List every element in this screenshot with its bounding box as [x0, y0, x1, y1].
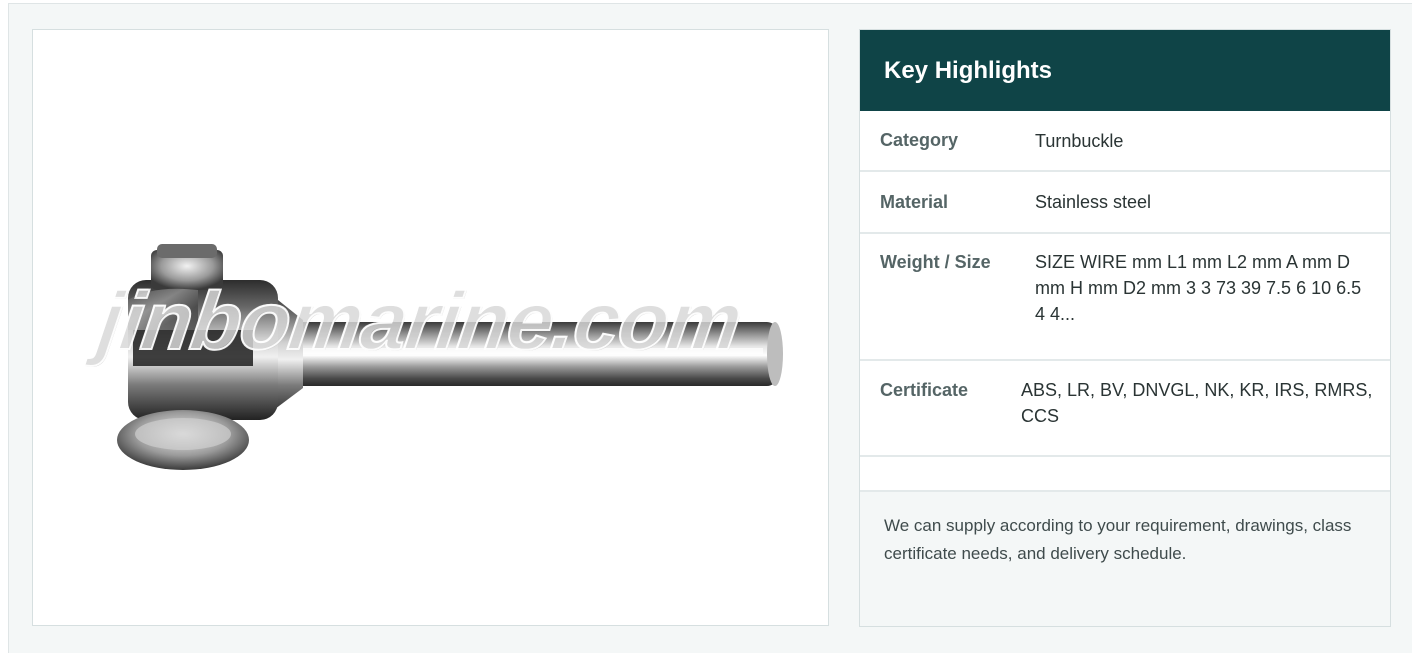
highlight-row-material: Material Stainless steel — [860, 172, 1390, 234]
highlight-value: Turnbuckle — [1035, 130, 1124, 151]
highlight-label: Category — [880, 130, 959, 150]
highlight-label: Weight / Size — [880, 252, 991, 272]
key-highlights-panel: Key Highlights Category Turnbuckle Mater… — [859, 29, 1391, 627]
highlight-label: Material — [880, 191, 949, 212]
key-highlights-title: Key Highlights — [860, 30, 1390, 111]
highlight-row-empty — [860, 457, 1390, 492]
watermark-text: jinbomarine.com — [92, 275, 748, 368]
highlight-value: ABS, LR, BV, DNVGL, NK, KR, IRS, RMRS, C… — [1021, 380, 1373, 426]
highlight-label: Certificate — [880, 380, 969, 400]
highlight-value: SIZE WIRE mm L1 mm L2 mm A mm D mm H mm … — [1035, 252, 1362, 324]
highlight-row-weight-size: Weight / Size SIZE WIRE mm L1 mm L2 mm A… — [860, 234, 1390, 361]
highlight-value: Stainless steel — [1035, 192, 1152, 212]
highlight-row-certificate: Certificate ABS, LR, BV, DNVGL, NK, KR, … — [860, 361, 1390, 457]
product-image-card[interactable]: jinbomarine.com — [32, 29, 829, 626]
highlight-row-category: Category Turnbuckle — [860, 111, 1390, 172]
supply-note: We can supply according to your requirem… — [860, 492, 1390, 626]
